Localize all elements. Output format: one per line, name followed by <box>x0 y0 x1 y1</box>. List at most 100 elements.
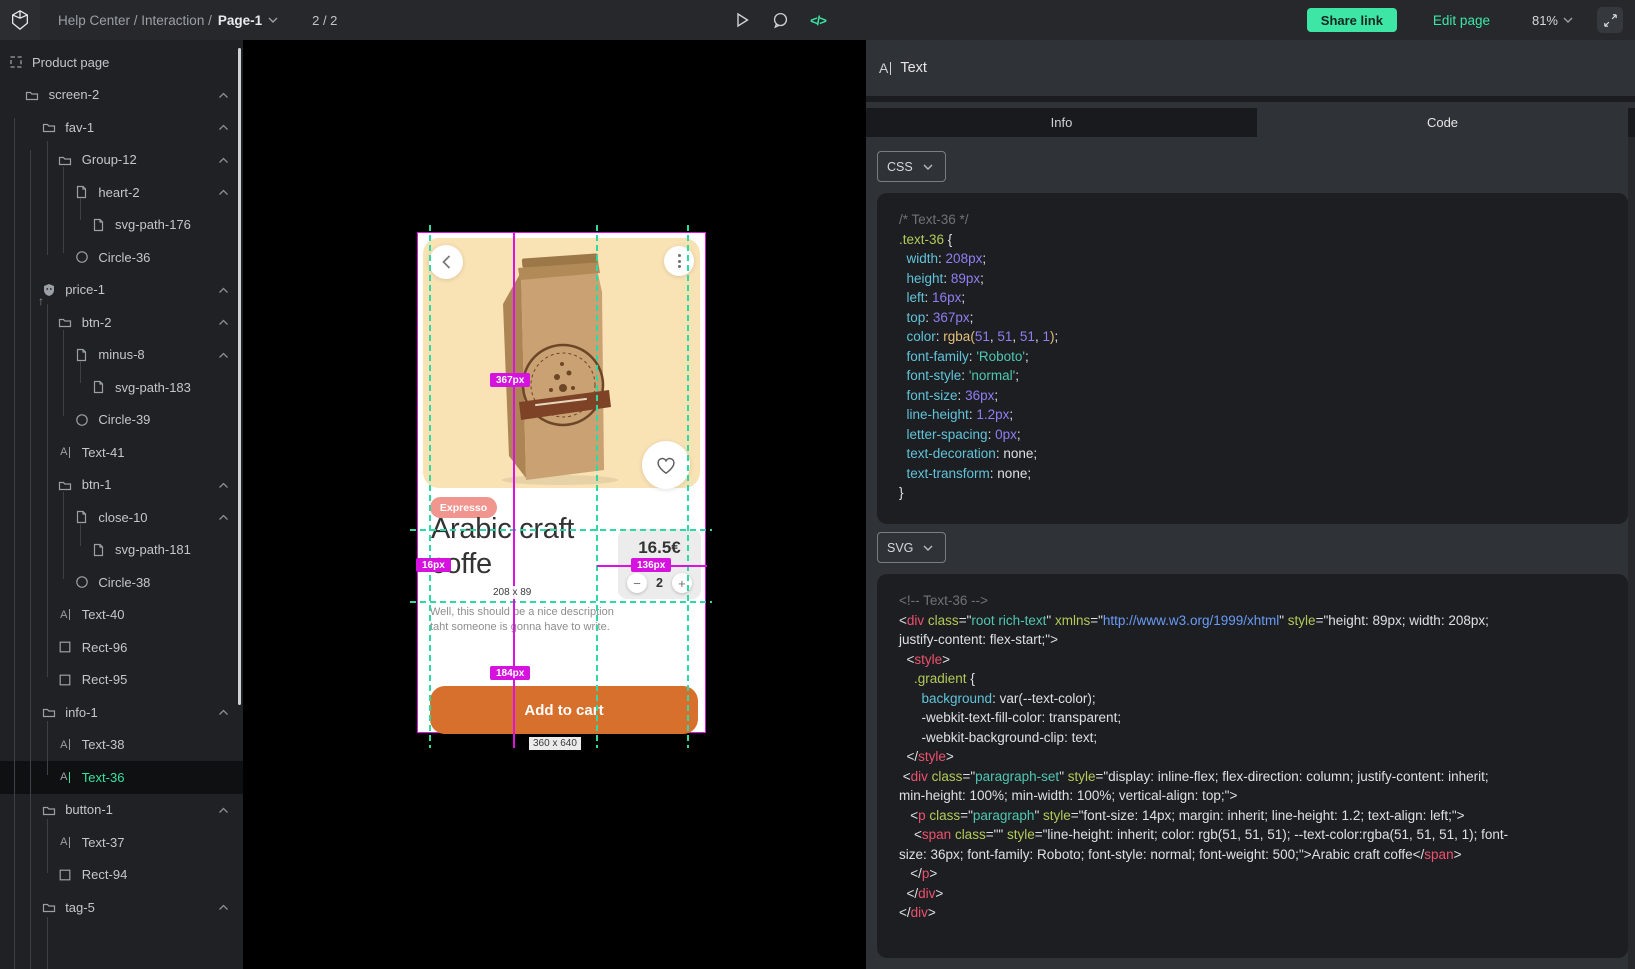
layer-row-Circle-36[interactable]: Circle-36 <box>0 241 243 274</box>
plus-icon: + <box>678 576 686 591</box>
layer-row-price-1[interactable]: price-1 <box>0 274 243 307</box>
minus-button[interactable]: − <box>627 573 647 593</box>
panel-scrollbar[interactable] <box>1628 137 1635 969</box>
folder-icon <box>25 87 40 102</box>
chevron-up-icon[interactable] <box>218 801 229 819</box>
layer-row-Rect-94[interactable]: Rect-94 <box>0 859 243 892</box>
product-title[interactable]: Arabic craft coffe <box>431 512 606 582</box>
plus-button[interactable]: + <box>672 573 692 593</box>
app-logo-icon[interactable] <box>0 0 40 40</box>
share-link-button[interactable]: Share link <box>1307 8 1397 32</box>
layer-row-Text-40[interactable]: AText-40 <box>0 599 243 632</box>
tab-code[interactable]: Code <box>1257 108 1628 137</box>
rect-icon <box>58 640 73 655</box>
layer-row-Product page[interactable]: Product page <box>0 46 243 79</box>
guide-horizontal-dashed <box>410 529 712 531</box>
chevron-up-icon[interactable] <box>218 508 229 526</box>
file-icon <box>91 542 106 557</box>
guide-vertical-dashed <box>687 225 689 748</box>
layer-row-Group-12[interactable]: Group-12 <box>0 144 243 177</box>
layers-sidebar: ↑ Product pagescreen-2 fav-1 Group-12 heart… <box>0 40 243 969</box>
play-icon[interactable] <box>731 9 753 31</box>
design-canvas[interactable]: Expresso Arabic craft coffe 16.5€ − 2 + … <box>243 40 866 969</box>
folder-icon <box>58 477 73 492</box>
chevron-up-icon[interactable] <box>218 313 229 331</box>
folder-icon <box>41 705 56 720</box>
price-value: 16.5€ <box>618 538 701 558</box>
folder-icon <box>41 900 56 915</box>
text-icon: A <box>58 445 73 460</box>
chevron-up-icon[interactable] <box>218 86 229 104</box>
text-icon: A <box>58 737 73 752</box>
layer-label: button-1 <box>65 802 113 817</box>
layer-row-tag-5[interactable]: tag-5 <box>0 891 243 924</box>
chevron-up-icon[interactable] <box>218 898 229 916</box>
chevron-up-icon[interactable] <box>218 151 229 169</box>
measurement-top: 367px <box>490 373 530 387</box>
layer-row-close-10[interactable]: close-10 <box>0 501 243 534</box>
zoom-level-control[interactable]: 81% <box>1532 13 1573 28</box>
mobile-screen-frame[interactable]: Expresso Arabic craft coffe 16.5€ − 2 + … <box>417 232 706 733</box>
measurement-left: 16px <box>416 558 451 572</box>
circle-icon <box>74 575 89 590</box>
breadcrumb-page[interactable]: Page-1 <box>218 13 262 28</box>
chevron-up-icon[interactable] <box>218 118 229 136</box>
css-code-block[interactable]: /* Text-36 */.text-36 { width: 208px; he… <box>877 193 1628 524</box>
heart-icon <box>655 455 677 475</box>
layer-row-Text-37[interactable]: AText-37 <box>0 826 243 859</box>
code-icon[interactable]: </> <box>807 9 829 31</box>
layer-row-heart-2[interactable]: heart-2 <box>0 176 243 209</box>
add-to-cart-button[interactable]: Add to cart <box>430 686 698 734</box>
chevron-down-icon[interactable] <box>268 17 278 23</box>
layer-row-Circle-39[interactable]: Circle-39 <box>0 404 243 437</box>
layer-row-svg-path-183[interactable]: svg-path-183 <box>0 371 243 404</box>
favorite-button[interactable] <box>642 441 690 489</box>
layer-row-Text-38[interactable]: AText-38 <box>0 729 243 762</box>
chevron-up-icon[interactable] <box>218 183 229 201</box>
circle-icon <box>74 412 89 427</box>
layer-row-Text-36[interactable]: AText-36 <box>0 761 243 794</box>
svg-format-select[interactable]: SVG <box>877 532 946 563</box>
layer-row-btn-2[interactable]: btn-2 <box>0 306 243 339</box>
back-button[interactable] <box>429 245 463 279</box>
layer-row-button-1[interactable]: button-1 <box>0 794 243 827</box>
layer-row-Circle-38[interactable]: Circle-38 <box>0 566 243 599</box>
rect-icon <box>58 867 73 882</box>
layer-label: svg-path-176 <box>115 217 191 232</box>
app-window: Help Center / Interaction / Page-1 2 / 2… <box>0 0 1635 969</box>
layer-label: minus-8 <box>98 347 144 362</box>
layer-row-Text-41[interactable]: AText-41 <box>0 436 243 469</box>
top-bar: Help Center / Interaction / Page-1 2 / 2… <box>0 0 1635 40</box>
chevron-up-icon[interactable] <box>218 476 229 494</box>
more-options-button[interactable] <box>664 246 694 276</box>
css-format-select[interactable]: CSS <box>877 151 946 182</box>
text-icon: A <box>58 770 73 785</box>
layer-row-svg-path-176[interactable]: svg-path-176 <box>0 209 243 242</box>
chevron-up-icon[interactable] <box>218 346 229 364</box>
chevron-up-icon[interactable] <box>218 703 229 721</box>
layer-row-screen-2[interactable]: screen-2 <box>0 79 243 112</box>
breadcrumb-path: Help Center / Interaction / <box>58 13 212 28</box>
layer-row-minus-8[interactable]: minus-8 <box>0 339 243 372</box>
layer-row-btn-1[interactable]: btn-1 <box>0 469 243 502</box>
tab-info[interactable]: Info <box>866 108 1257 137</box>
comment-icon[interactable] <box>769 9 791 31</box>
layer-row-Rect-95[interactable]: Rect-95 <box>0 664 243 697</box>
layer-label: fav-1 <box>65 120 94 135</box>
frame-icon <box>8 55 23 70</box>
layer-label: btn-1 <box>82 477 112 492</box>
layer-row-svg-path-181[interactable]: svg-path-181 <box>0 534 243 567</box>
layer-row-info-1[interactable]: info-1 <box>0 696 243 729</box>
sidebar-scrollbar[interactable] <box>238 48 241 705</box>
layer-row-Rect-96[interactable]: Rect-96 <box>0 631 243 664</box>
layer-row-fav-1[interactable]: fav-1 <box>0 111 243 144</box>
svg-code-block[interactable]: <!-- Text-36 --><div class="root rich-te… <box>877 574 1628 958</box>
fullscreen-icon[interactable] <box>1597 7 1623 33</box>
edit-page-link[interactable]: Edit page <box>1433 13 1490 28</box>
layer-label: info-1 <box>65 705 98 720</box>
layer-label: heart-2 <box>98 185 139 200</box>
chevron-up-icon[interactable] <box>218 281 229 299</box>
chevron-down-icon <box>923 164 933 170</box>
breadcrumb[interactable]: Help Center / Interaction / Page-1 <box>58 13 278 28</box>
arrow-up-icon: ↑ <box>38 294 44 308</box>
